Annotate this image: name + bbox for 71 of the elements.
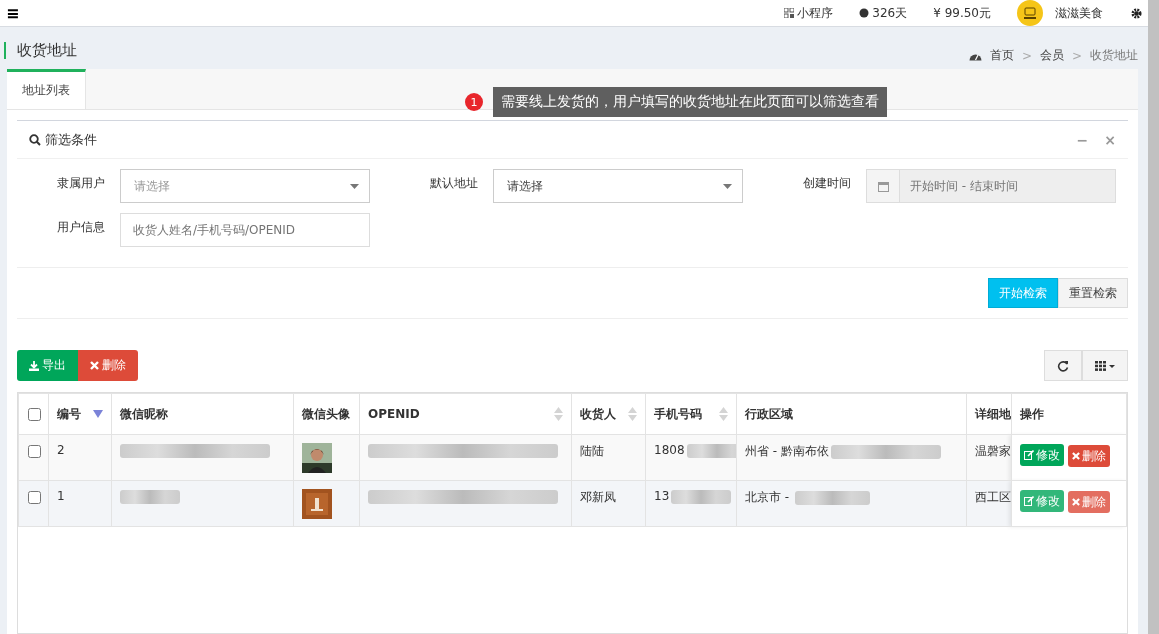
refresh-button[interactable] xyxy=(1044,350,1082,381)
column-header: 操作 xyxy=(1011,393,1127,435)
breadcrumb-separator: > xyxy=(1021,48,1032,63)
blurred-text xyxy=(686,443,736,458)
table-cell: 陆陆 xyxy=(580,444,604,458)
table-cell: 2 xyxy=(57,443,65,457)
qrcode-icon xyxy=(784,8,795,19)
column-header: 微信昵称 xyxy=(111,393,294,435)
table-cell: 1808 xyxy=(654,443,685,457)
scrollbar[interactable] xyxy=(1148,0,1159,634)
table-cell: 西工区 xyxy=(975,490,1011,504)
column-header[interactable]: 编号 xyxy=(48,393,112,435)
delete-button[interactable]: 删除 xyxy=(78,350,138,381)
topbar-link[interactable]: ¥ 99.50元 xyxy=(933,4,991,22)
table-row[interactable]: 1 邓新凤 13 北京市 - 西工区 修改 删除 xyxy=(18,480,1127,527)
breadcrumb-separator: > xyxy=(1071,48,1082,63)
grid-icon xyxy=(1095,360,1115,371)
close-icon xyxy=(90,361,99,370)
close-icon xyxy=(1071,498,1080,506)
select-all-checkbox[interactable] xyxy=(27,407,41,421)
field-label: 隶属用户 xyxy=(56,174,106,192)
download-icon xyxy=(29,360,39,371)
edit-icon xyxy=(1024,450,1034,460)
blurred-text xyxy=(120,489,180,504)
delete-button[interactable]: 删除 xyxy=(1067,445,1110,467)
column-header[interactable]: OPENID xyxy=(359,393,572,435)
field-label: 用户信息 xyxy=(56,218,106,236)
table-cell: 1 xyxy=(57,489,65,503)
dropdown-caret-icon xyxy=(350,183,359,189)
page-title: 收货地址 xyxy=(4,42,77,59)
panel-title: 筛选条件 xyxy=(45,130,97,149)
column-header: 行政区域 xyxy=(736,393,967,435)
topbar-link[interactable]: 小程序 xyxy=(784,4,834,22)
select-field[interactable]: 请选择 xyxy=(493,169,743,203)
calendar-icon xyxy=(877,180,889,192)
text-field[interactable]: 收货人姓名/手机号码/OPENID xyxy=(120,213,370,247)
field-label: 创建时间 xyxy=(802,174,852,192)
table-cell-text: 北京市 - xyxy=(745,490,791,504)
sort-desc-icon[interactable] xyxy=(93,410,103,418)
avatar-icon[interactable] xyxy=(1017,0,1043,27)
close-icon xyxy=(1071,452,1080,460)
breadcrumb-link[interactable]: 会员 xyxy=(1039,47,1064,64)
user-name[interactable]: 滋滋美食 xyxy=(1055,4,1103,22)
blurred-text xyxy=(671,489,732,504)
table-row[interactable]: 2 陆陆 1808 州省 - 黔南布依 温磬家 修改 删除 xyxy=(18,434,1127,481)
table-cell: 13 xyxy=(654,489,670,503)
column-header: 详细地 xyxy=(966,393,1012,435)
topbar-link[interactable]: 326天 xyxy=(859,4,908,22)
breadcrumb-link[interactable]: 收货地址 xyxy=(1090,47,1138,64)
dropdown-caret-icon xyxy=(723,183,732,189)
columns-button[interactable] xyxy=(1082,350,1128,381)
tab[interactable]: 地址列表 xyxy=(7,69,86,109)
settings-icon[interactable] xyxy=(1131,7,1142,19)
edit-icon xyxy=(1024,496,1034,506)
column-header: 微信头像 xyxy=(293,393,360,435)
field-label: 默认地址 xyxy=(429,174,479,192)
refresh-icon xyxy=(1057,359,1069,372)
date-range-field[interactable]: 开始时间 - 结束时间 xyxy=(866,169,1116,203)
badge-icon xyxy=(859,8,870,19)
search-icon xyxy=(29,133,41,146)
table-cell: 州省 - 黔南布依 xyxy=(745,444,829,458)
row-checkbox[interactable] xyxy=(27,445,41,458)
tooltip: 需要线上发货的，用户填写的收货地址在此页面可以筛选查看 xyxy=(493,87,887,117)
row-checkbox[interactable] xyxy=(27,491,41,504)
column-header[interactable]: 收货人 xyxy=(571,393,646,435)
table-cell: 温磬家 xyxy=(975,444,1011,458)
breadcrumb-link[interactable]: 首页 xyxy=(989,47,1014,64)
menu-icon[interactable]: ≡ xyxy=(6,3,20,23)
filter-button[interactable]: 重置检索 xyxy=(1058,278,1128,308)
table-cell: 邓新凤 xyxy=(580,490,616,504)
column-header[interactable]: 手机号码 xyxy=(645,393,737,435)
